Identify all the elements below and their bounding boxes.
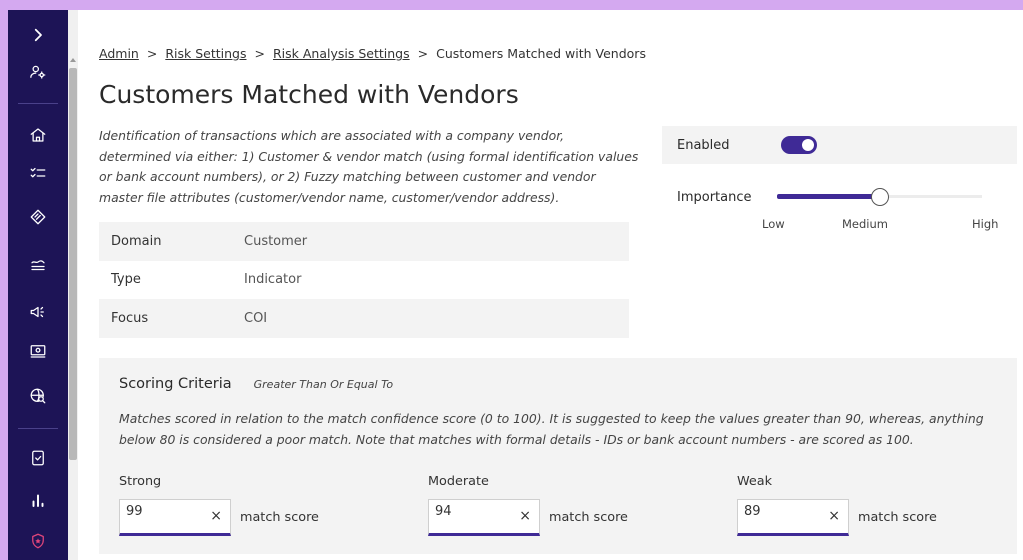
breadcrumb-separator: > <box>146 46 158 61</box>
importance-label: Importance <box>677 190 752 205</box>
sidebar-divider <box>18 103 58 104</box>
checklist-icon[interactable] <box>8 158 68 188</box>
importance-low[interactable]: Low <box>762 217 785 231</box>
importance-medium[interactable]: Medium <box>842 217 888 231</box>
app-frame: Admin > Risk Settings > Risk Analysis Se… <box>8 10 1023 560</box>
globe-search-icon[interactable] <box>8 381 68 411</box>
bar-chart-icon[interactable] <box>8 485 68 515</box>
settings-panel: Enabled Importance Low Medium High <box>662 126 1017 257</box>
moderate-input-box: × <box>428 496 540 536</box>
importance-slider[interactable] <box>777 188 982 206</box>
cash-icon[interactable] <box>8 336 68 366</box>
breadcrumb: Admin > Risk Settings > Risk Analysis Se… <box>99 46 646 61</box>
home-icon[interactable] <box>8 120 68 150</box>
toggle-knob <box>802 139 814 151</box>
slider-thumb[interactable] <box>871 188 889 206</box>
scoring-subtitle: Greater Than Or Equal To <box>253 378 394 391</box>
breadcrumb-risk-analysis-settings[interactable]: Risk Analysis Settings <box>273 46 410 61</box>
meta-row-domain: Domain Customer <box>99 222 629 261</box>
scrollbar-thumb[interactable] <box>69 68 77 460</box>
breadcrumb-risk-settings[interactable]: Risk Settings <box>165 46 246 61</box>
sidebar <box>8 10 68 560</box>
strong-score-input[interactable] <box>120 496 200 526</box>
breadcrumb-admin[interactable]: Admin <box>99 46 139 61</box>
meta-key: Type <box>111 272 141 288</box>
enabled-row: Enabled <box>662 126 1017 164</box>
criterion-weak: Weak × match score <box>737 474 997 536</box>
criterion-suffix: match score <box>549 510 628 525</box>
criterion-strong: Strong × match score <box>119 474 379 536</box>
importance-control: Importance Low Medium High <box>662 185 1017 257</box>
importance-high[interactable]: High <box>972 217 998 231</box>
meta-table: Domain Customer Type Indicator Focus COI <box>99 222 629 338</box>
user-settings-icon[interactable] <box>8 57 68 87</box>
document-check-icon[interactable] <box>8 443 68 473</box>
shield-star-icon[interactable] <box>8 526 68 556</box>
criterion-input-row: × match score <box>428 496 688 536</box>
criterion-suffix: match score <box>240 510 319 525</box>
chevron-right-icon[interactable] <box>8 20 68 50</box>
tag-icon[interactable] <box>8 202 68 232</box>
criterion-input-row: × match score <box>737 496 997 536</box>
meta-key: Focus <box>111 310 149 326</box>
approx-icon[interactable] <box>8 250 68 280</box>
clear-icon[interactable]: × <box>519 508 531 524</box>
meta-row-type: Type Indicator <box>99 261 629 300</box>
scoring-criteria-panel: Scoring Criteria Greater Than Or Equal T… <box>99 358 1017 554</box>
scoring-description: Matches scored in relation to the match … <box>119 411 984 447</box>
weak-input-box: × <box>737 496 849 536</box>
breadcrumb-current: Customers Matched with Vendors <box>436 46 646 61</box>
criterion-label: Weak <box>737 474 773 489</box>
scoring-title: Scoring Criteria <box>119 376 232 392</box>
moderate-score-input[interactable] <box>429 496 509 526</box>
criterion-suffix: match score <box>858 510 937 525</box>
weak-score-input[interactable] <box>738 496 818 526</box>
criterion-label: Strong <box>119 474 162 489</box>
meta-row-focus: Focus COI <box>99 299 629 338</box>
enabled-toggle[interactable] <box>781 136 817 154</box>
meta-key: Domain <box>111 233 162 249</box>
scroll-up-icon[interactable] <box>70 58 76 62</box>
breadcrumb-separator: > <box>417 46 429 61</box>
slider-fill <box>777 194 880 199</box>
criterion-label: Moderate <box>428 474 489 489</box>
breadcrumb-separator: > <box>254 46 265 61</box>
strong-input-box: × <box>119 496 231 536</box>
scoring-header: Scoring Criteria Greater Than Or Equal T… <box>119 376 393 392</box>
criterion-moderate: Moderate × match score <box>428 474 688 536</box>
clear-icon[interactable]: × <box>210 508 222 524</box>
sidebar-divider <box>18 428 58 429</box>
main-content: Admin > Risk Settings > Risk Analysis Se… <box>78 10 1023 560</box>
megaphone-icon[interactable] <box>8 297 68 327</box>
sidebar-scrollbar[interactable] <box>68 10 78 560</box>
meta-value: Indicator <box>244 272 302 288</box>
meta-value: COI <box>244 310 268 326</box>
page-title: Customers Matched with Vendors <box>99 80 519 109</box>
criterion-input-row: × match score <box>119 496 379 536</box>
enabled-label: Enabled <box>677 137 730 153</box>
meta-value: Customer <box>244 233 308 249</box>
page-description: Identification of transactions which are… <box>99 128 639 205</box>
clear-icon[interactable]: × <box>828 508 840 524</box>
